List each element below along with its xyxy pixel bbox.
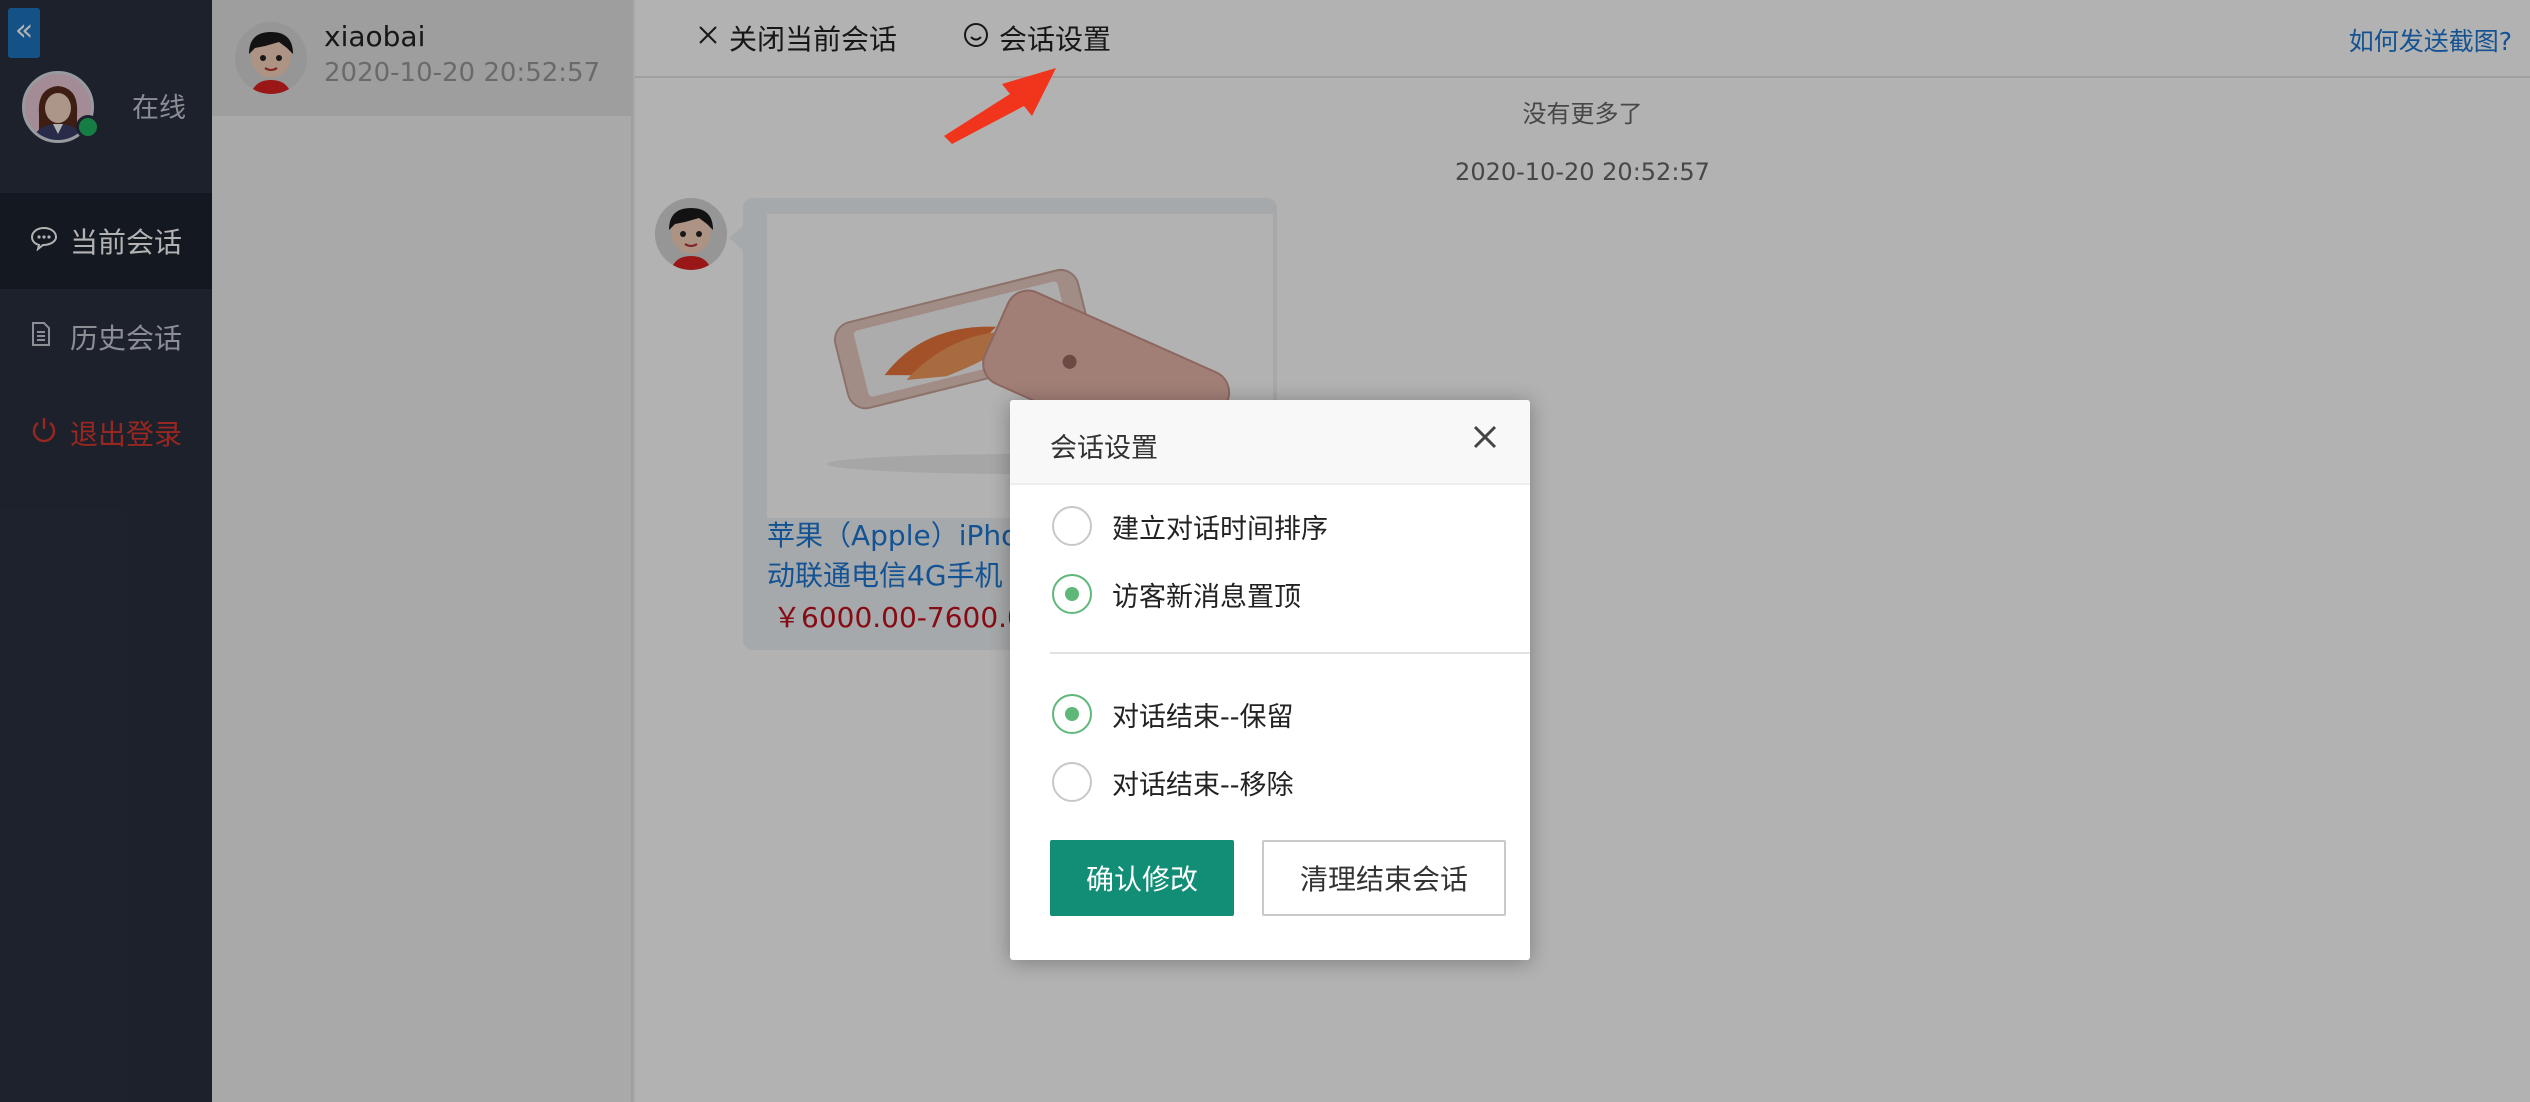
dialog-divider <box>1050 652 1530 654</box>
option-sort-by-start-time[interactable]: 建立对话时间排序 <box>1052 506 1328 546</box>
radio-button[interactable] <box>1052 574 1092 614</box>
confirm-change-button[interactable]: 确认修改 <box>1050 840 1234 916</box>
option-new-message-on-top[interactable]: 访客新消息置顶 <box>1052 574 1301 614</box>
close-icon <box>1473 425 1497 449</box>
radio-button[interactable] <box>1052 762 1092 802</box>
option-end-keep[interactable]: 对话结束--保留 <box>1052 694 1294 734</box>
dialog-header: 会话设置 <box>1010 400 1530 485</box>
dialog-close-button[interactable] <box>1470 422 1500 459</box>
option-label: 建立对话时间排序 <box>1112 513 1328 545</box>
annotation-arrow-icon <box>944 68 1056 144</box>
option-label: 对话结束--移除 <box>1112 769 1294 801</box>
dialog-title: 会话设置 <box>1050 433 1158 464</box>
option-label: 对话结束--保留 <box>1112 701 1294 733</box>
option-end-remove[interactable]: 对话结束--移除 <box>1052 762 1294 802</box>
clear-ended-sessions-button[interactable]: 清理结束会话 <box>1262 840 1506 916</box>
radio-button[interactable] <box>1052 694 1092 734</box>
session-settings-dialog: 会话设置 建立对话时间排序 访客新消息置顶 对话结束--保留 对话结束--移除 … <box>1010 400 1530 960</box>
radio-button[interactable] <box>1052 506 1092 546</box>
option-label: 访客新消息置顶 <box>1112 581 1301 613</box>
